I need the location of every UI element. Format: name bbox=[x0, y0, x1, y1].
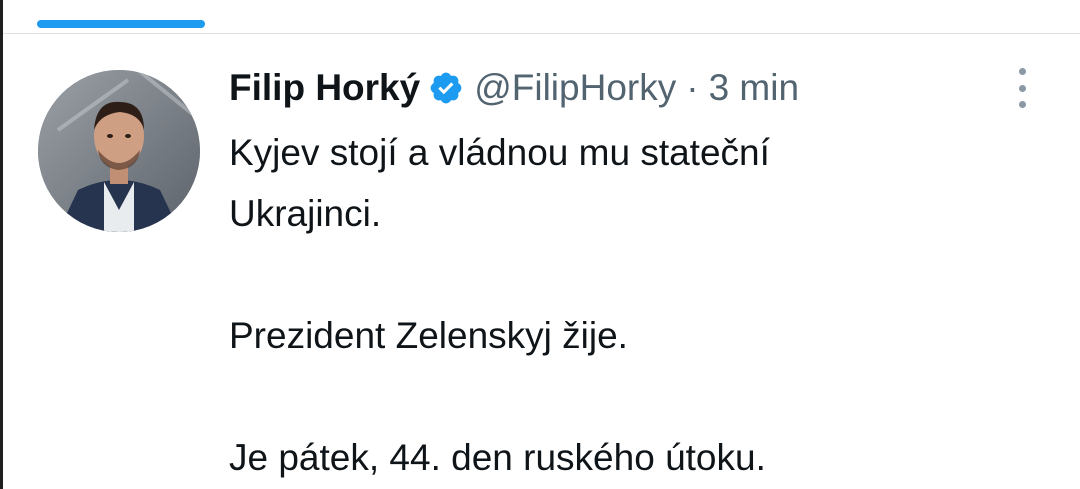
tweet-text-line: Prezident Zelenskyj žije. bbox=[229, 315, 628, 356]
tweet-text-line: Ukrajinci. bbox=[229, 193, 382, 234]
window-edge bbox=[0, 0, 3, 489]
author-name[interactable]: Filip Horký bbox=[229, 67, 420, 109]
header-divider bbox=[3, 33, 1080, 34]
author-handle[interactable]: @FilipHorky bbox=[474, 67, 676, 109]
more-icon-dot bbox=[1018, 101, 1026, 108]
active-tab-indicator bbox=[37, 20, 205, 28]
more-icon-dot bbox=[1018, 84, 1026, 92]
tweet-header: Filip Horký @FilipHorky · 3 min bbox=[229, 60, 1029, 116]
more-vertical-icon[interactable] bbox=[1010, 68, 1034, 108]
tweet-timestamp[interactable]: 3 min bbox=[709, 67, 799, 109]
avatar-image bbox=[38, 70, 200, 232]
avatar[interactable] bbox=[38, 70, 200, 232]
meta-separator: · bbox=[686, 67, 699, 108]
verified-badge-icon bbox=[430, 72, 462, 104]
tweet-content: Filip Horký @FilipHorky · 3 min Kyjev st… bbox=[229, 60, 1029, 488]
tweet-text-line: Je pátek, 44. den ruského útoku. bbox=[229, 437, 766, 478]
tweet-text-line: Kyjev stojí a vládnou mu stateční bbox=[229, 132, 770, 173]
tweet-screen: Filip Horký @FilipHorky · 3 min Kyjev st… bbox=[0, 0, 1080, 489]
tweet-text: Kyjev stojí a vládnou mu stateční Ukraji… bbox=[229, 122, 1029, 488]
more-icon-dot bbox=[1018, 68, 1026, 75]
